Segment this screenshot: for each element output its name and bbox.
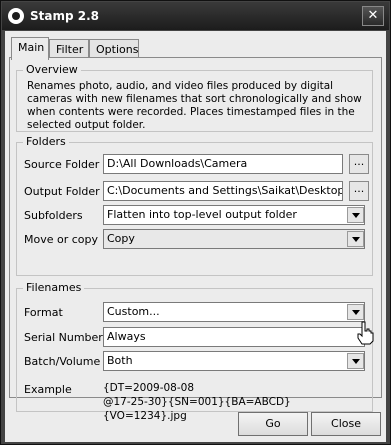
move-or-copy-dropdown-arrow-icon[interactable] [347, 231, 364, 247]
subfolders-label: Subfolders [24, 209, 83, 222]
filenames-group-label: Filenames [23, 281, 85, 294]
output-folder-input[interactable]: C:\Documents and Settings\Saikat\Desktop… [103, 181, 343, 201]
batch-volume-select[interactable]: Both [103, 351, 365, 371]
close-button[interactable]: Close [311, 412, 381, 436]
example-filename-line-1: {DT=2009-08-08 [103, 382, 194, 394]
subfolders-select[interactable]: Flatten into top-level output folder [103, 205, 365, 225]
overview-group-label: Overview [23, 63, 81, 76]
tab-main[interactable]: Main [11, 37, 49, 60]
output-folder-browse-button[interactable]: ... [349, 181, 369, 201]
serial-number-select[interactable]: Always [103, 327, 365, 347]
main-tab-panel: Overview Renames photo, audio, and video… [9, 57, 382, 422]
window-title: Stamp 2.8 [30, 9, 100, 23]
move-or-copy-label: Move or copy [24, 233, 99, 246]
serial-number-selected-value: Always [107, 330, 146, 343]
folders-group-label: Folders [23, 135, 69, 148]
stamp-app-icon [8, 8, 24, 24]
example-label: Example [24, 383, 72, 396]
overview-group: Overview Renames photo, audio, and video… [16, 63, 373, 132]
subfolders-selected-value: Flatten into top-level output folder [107, 208, 297, 221]
title-bar[interactable]: Stamp 2.8 ✕ [2, 2, 389, 30]
tab-options[interactable]: Options [89, 39, 139, 59]
filenames-group: Filenames Format Custom... Serial Number… [16, 281, 373, 422]
batch-volume-label: Batch/Volume [24, 355, 101, 368]
overview-description: Renames photo, audio, and video files pr… [27, 80, 362, 131]
go-button[interactable]: Go [238, 412, 308, 436]
stamp-window: Stamp 2.8 ✕ Main Filter Options Overview… [0, 0, 391, 445]
source-folder-input[interactable]: D:\All Downloads\Camera [103, 154, 343, 174]
batch-volume-selected-value: Both [107, 354, 133, 367]
output-folder-label: Output Folder [24, 185, 100, 198]
client-area: Main Filter Options Overview Renames pho… [5, 31, 386, 442]
source-folder-label: Source Folder [24, 158, 100, 171]
format-label: Format [24, 306, 63, 319]
format-select[interactable]: Custom... [103, 302, 365, 322]
move-or-copy-selected-value: Copy [107, 232, 135, 245]
folders-group: Folders Source Folder D:\All Downloads\C… [16, 135, 373, 276]
move-or-copy-select[interactable]: Copy [103, 229, 365, 249]
subfolders-dropdown-arrow-icon[interactable] [347, 207, 364, 223]
hand-cursor-icon [357, 321, 374, 345]
format-dropdown-arrow-icon[interactable] [347, 304, 364, 320]
serial-number-label: Serial Number [24, 331, 103, 344]
tab-filter[interactable]: Filter [49, 39, 89, 59]
source-folder-browse-button[interactable]: ... [349, 154, 369, 174]
window-close-button[interactable]: ✕ [362, 6, 384, 26]
format-selected-value: Custom... [107, 305, 160, 318]
batch-volume-dropdown-arrow-icon[interactable] [347, 353, 364, 369]
